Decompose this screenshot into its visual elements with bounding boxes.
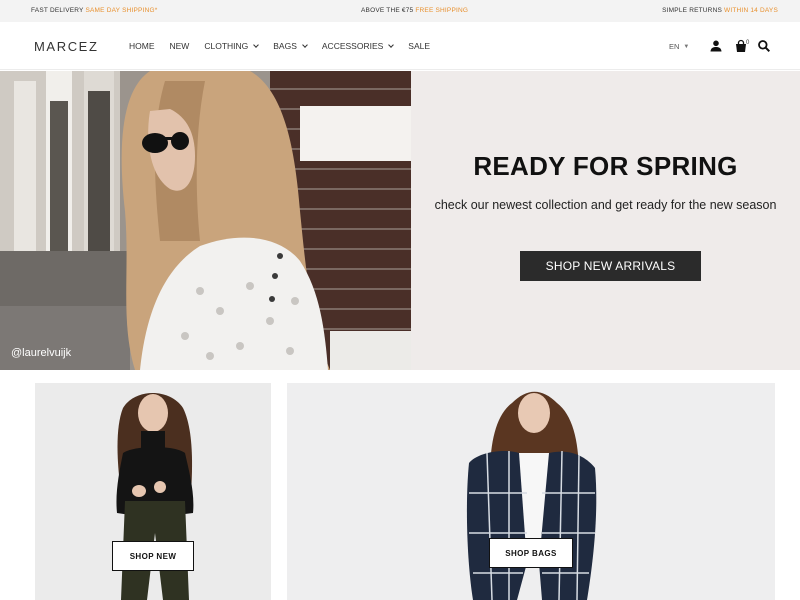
shop-new-arrivals-button[interactable]: SHOP NEW ARRIVALS — [520, 251, 701, 281]
photo-credit: @laurelvuijk — [11, 347, 72, 359]
nav-item-label: NEW — [169, 41, 190, 51]
category-tile-new[interactable]: SHOP NEW — [35, 383, 271, 600]
nav-item-sale[interactable]: SALE — [408, 41, 430, 51]
hero-title: READY FOR SPRING — [473, 151, 738, 181]
nav-item-clothing[interactable]: CLOTHING — [204, 41, 260, 51]
main-nav: HOME NEW CLOTHING BAGS ACCESSORIES SALE — [129, 41, 445, 51]
caret-down-icon: ▼ — [683, 43, 690, 50]
hero-photo: @laurelvuijk — [0, 71, 411, 370]
promo-returns-highlight: WITHIN 14 DAYS — [724, 7, 778, 14]
promo-returns-text: SIMPLE RETURNS — [662, 7, 723, 14]
nav-item-bags[interactable]: BAGS — [273, 41, 308, 51]
nav-item-home[interactable]: HOME — [129, 41, 155, 51]
nav-item-new[interactable]: NEW — [170, 41, 190, 51]
chevron-down-icon — [388, 41, 395, 48]
promo-delivery: FAST DELIVERY SAME DAY SHIPPING* — [31, 7, 157, 14]
shop-bags-button[interactable]: SHOP BAGS — [489, 538, 573, 568]
nav-item-label: BAGS — [273, 41, 297, 51]
chevron-down-icon — [253, 41, 260, 48]
logo[interactable]: MARCEZ — [34, 39, 99, 54]
promo-delivery-highlight: SAME DAY SHIPPING* — [85, 7, 158, 14]
promo-shipping-highlight: FREE SHIPPING — [415, 7, 469, 14]
promo-returns: SIMPLE RETURNS WITHIN 14 DAYS — [662, 7, 778, 14]
cart-count: 0 — [746, 40, 750, 46]
hero-banner: @laurelvuijk READY FOR SPRING check our … — [0, 71, 800, 370]
promo-shipping-text: ABOVE THE €75 — [361, 7, 414, 14]
promo-delivery-text: FAST DELIVERY — [31, 7, 84, 14]
hero-subtitle: check our newest collection and get read… — [434, 198, 777, 212]
nav-item-label: HOME — [129, 41, 155, 51]
language-label: EN — [669, 42, 680, 51]
nav-item-label: CLOTHING — [204, 41, 249, 51]
nav-item-label: SALE — [408, 41, 431, 51]
language-selector[interactable]: EN ▼ — [669, 42, 689, 51]
promo-shipping: ABOVE THE €75 FREE SHIPPING — [361, 7, 468, 14]
category-tile-bags[interactable]: SHOP BAGS — [287, 383, 775, 600]
promo-bar: FAST DELIVERY SAME DAY SHIPPING* ABOVE T… — [0, 0, 800, 22]
search-icon[interactable] — [757, 39, 771, 53]
nav-item-accessories[interactable]: ACCESSORIES — [321, 41, 395, 51]
shop-new-button[interactable]: SHOP NEW — [112, 541, 194, 571]
nav-item-label: ACCESSORIES — [321, 41, 384, 51]
user-icon[interactable] — [709, 39, 723, 53]
chevron-down-icon — [302, 41, 308, 48]
site-header: MARCEZ HOME NEW CLOTHING BAGS ACCESSORIE… — [0, 22, 800, 70]
